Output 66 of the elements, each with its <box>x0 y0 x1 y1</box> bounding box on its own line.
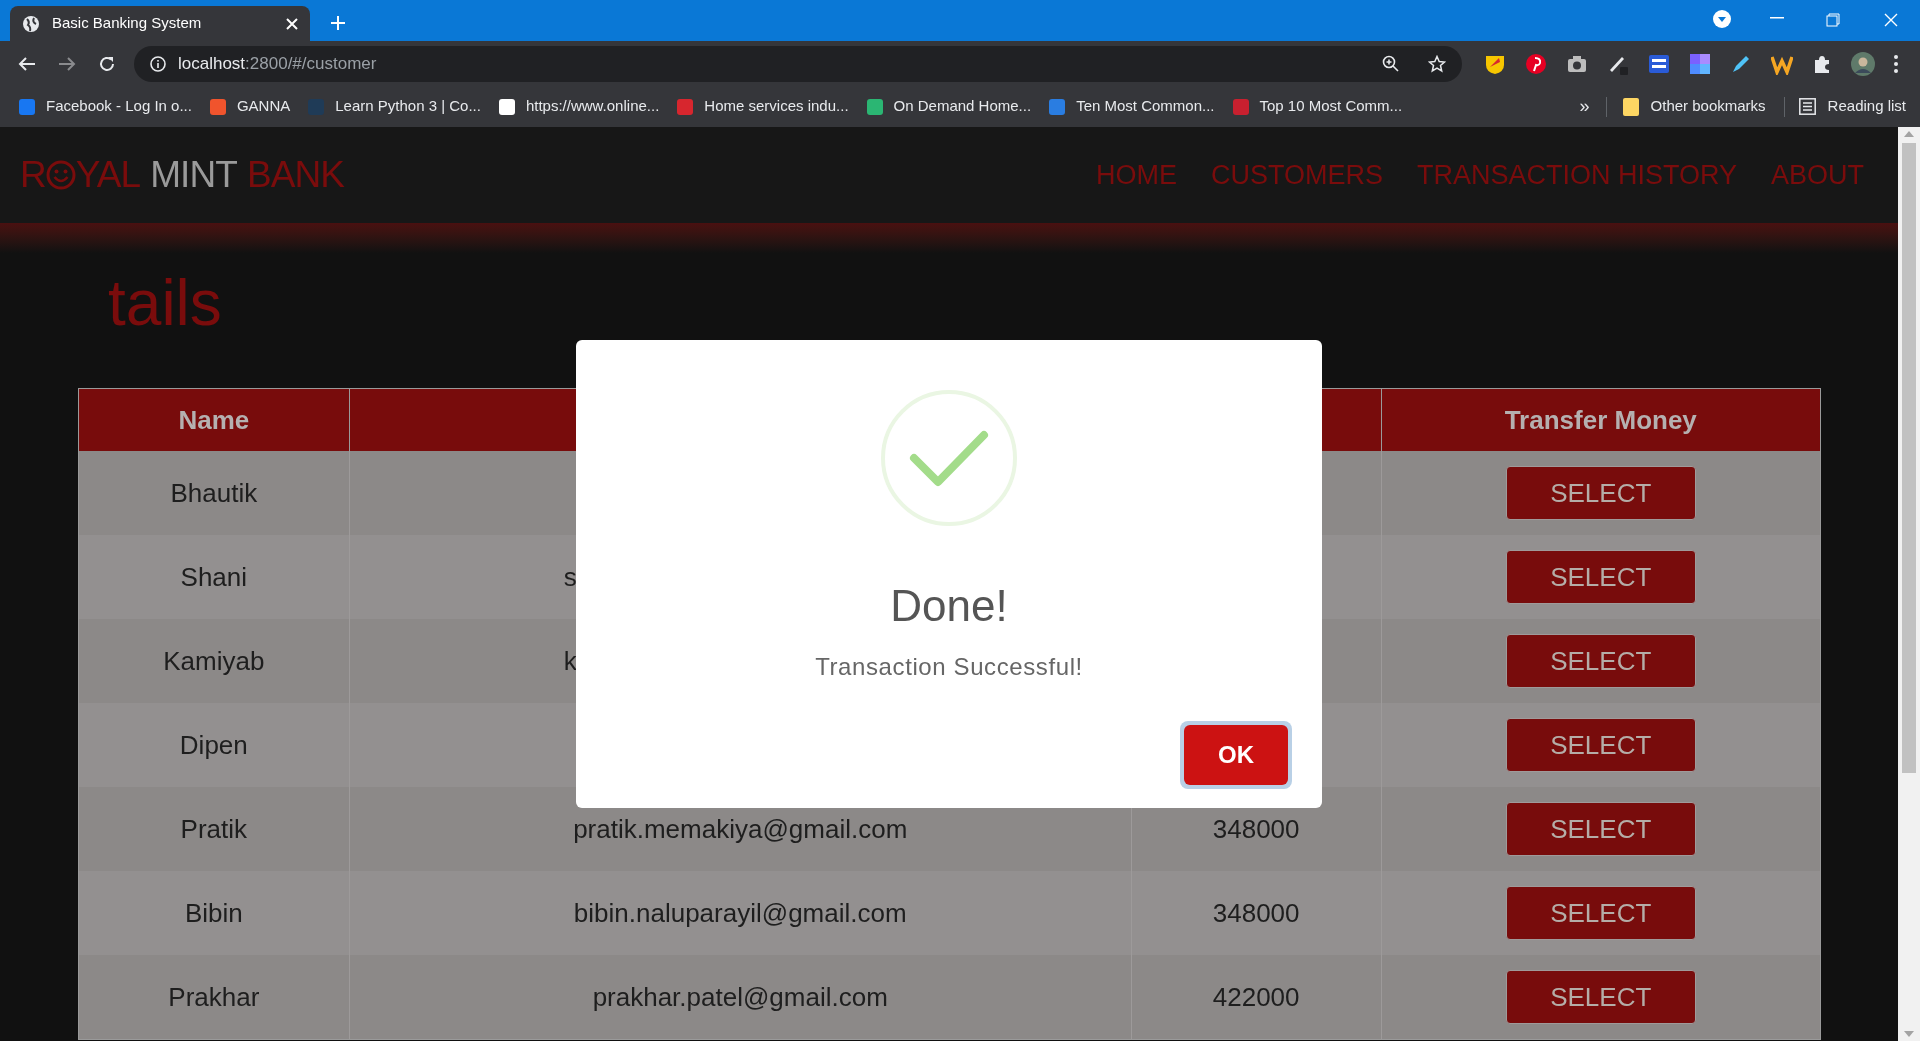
extension-icon[interactable] <box>1648 52 1670 75</box>
url-text: localhost:2800/#/customer <box>178 52 378 75</box>
smiley-icon <box>45 160 76 190</box>
select-button[interactable]: SELECT <box>1505 634 1696 688</box>
table-cell-text: 422000 <box>1212 980 1300 1014</box>
select-button[interactable]: SELECT <box>1505 550 1696 604</box>
bookmark[interactable]: Home services indu... <box>676 95 849 118</box>
other-bookmarks-button[interactable]: Other bookmarks <box>1622 95 1766 118</box>
dialog-title: Done! <box>890 580 1008 632</box>
pin-icon[interactable] <box>1525 52 1547 75</box>
table-cell-text: 348000 <box>1212 896 1300 930</box>
select-button[interactable]: SELECT <box>1505 886 1696 940</box>
address-bar[interactable]: localhost:2800/#/customer <box>134 45 1462 82</box>
dropdown-icon[interactable] <box>1712 9 1732 29</box>
ok-button[interactable]: OK <box>1184 725 1288 785</box>
globe-icon <box>22 14 40 33</box>
page-heading: tails <box>108 267 222 339</box>
forward-arrow-icon[interactable] <box>58 55 76 72</box>
browser-tab[interactable]: Basic Banking System <box>10 6 310 41</box>
grid-icon[interactable] <box>1689 52 1711 75</box>
folder-icon <box>1622 97 1639 116</box>
table-cell-text: prakhar.patel@gmail.com <box>592 980 888 1014</box>
table-cell-text: 348000 <box>1212 812 1300 846</box>
close-icon[interactable] <box>286 17 298 30</box>
table-cell-text: s <box>563 560 577 594</box>
select-button[interactable]: SELECT <box>1505 970 1696 1024</box>
table-cell-text: Pratik <box>180 812 248 846</box>
select-button[interactable]: SELECT <box>1505 718 1696 772</box>
table-cell-text: Bhautik <box>170 476 258 510</box>
table-cell-text: pratik.memakiya@gmail.com <box>573 812 908 846</box>
table-cell-text: Kamiyab <box>163 644 265 678</box>
bookmark[interactable]: Learn Python 3 | Co... <box>307 95 481 118</box>
logo-text: R <box>20 153 46 198</box>
reload-icon[interactable] <box>98 54 116 73</box>
bookmark[interactable]: Facebook - Log In o... <box>18 95 192 118</box>
star-icon[interactable] <box>1428 54 1446 73</box>
more-bookmarks-button[interactable]: » <box>1579 93 1590 120</box>
puzzle-icon[interactable] <box>1812 53 1832 74</box>
reading-list-button[interactable]: Reading list <box>1798 95 1906 118</box>
restore-icon[interactable] <box>1826 13 1840 27</box>
select-button[interactable]: SELECT <box>1505 466 1696 520</box>
list-icon <box>1798 98 1816 115</box>
table-cell-text: Prakhar <box>168 980 260 1014</box>
logo-text: MINT <box>150 153 237 198</box>
table-cell-text: Dipen <box>179 728 248 762</box>
bookmark[interactable]: Top 10 Most Comm... <box>1231 95 1403 118</box>
checkmark-icon <box>880 389 1018 527</box>
back-arrow-icon[interactable] <box>18 55 36 72</box>
table-cell-text: Shani <box>180 560 248 594</box>
avatar-icon[interactable] <box>1851 51 1875 76</box>
menu-icon[interactable] <box>1894 54 1898 73</box>
bookmark[interactable]: Ten Most Common... <box>1048 95 1215 118</box>
dialog-message: Transaction Successful! <box>815 652 1083 682</box>
table-cell-text: k <box>563 644 577 678</box>
bookmark[interactable]: GANNA <box>208 95 291 118</box>
logo-text: BANK <box>246 153 344 198</box>
tab-title: Basic Banking System <box>52 13 203 34</box>
new-tab-icon[interactable] <box>330 15 346 31</box>
logo-text: YAL <box>75 153 141 198</box>
table-cell-text: bibin.naluparayil@gmail.com <box>573 896 907 930</box>
table-cell-text: Bibin <box>184 896 243 930</box>
bookmark[interactable]: https://www.online... <box>497 95 660 118</box>
zoom-icon[interactable] <box>1382 54 1400 73</box>
bookmark[interactable]: On Demand Home... <box>865 95 1032 118</box>
info-icon <box>150 55 166 72</box>
select-button[interactable]: SELECT <box>1505 802 1696 856</box>
